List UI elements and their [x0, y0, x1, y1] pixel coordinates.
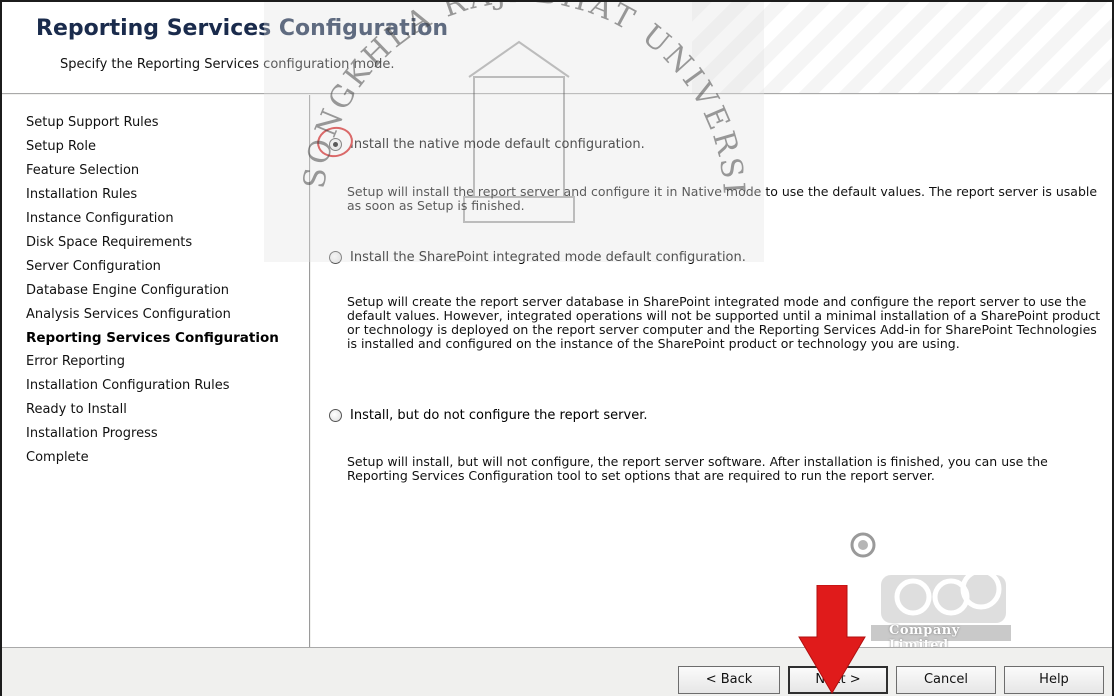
sidebar-item-ready-to-install[interactable]: Ready to Install	[26, 402, 127, 417]
install-only-description: Setup will install, but will not configu…	[347, 454, 1048, 483]
header-decoration	[692, 2, 1112, 93]
install-only-radio[interactable]	[329, 409, 342, 422]
sidebar-item-setup-support-rules[interactable]: Setup Support Rules	[26, 115, 159, 130]
sidebar-item-database-engine-configuration[interactable]: Database Engine Configuration	[26, 283, 229, 298]
sidebar-item-setup-role[interactable]: Setup Role	[26, 139, 96, 154]
steps-sidebar: Setup Support Rules Setup Role Feature S…	[2, 95, 310, 647]
page-header: Reporting Services Configuration Specify…	[2, 2, 1112, 94]
back-button[interactable]: < Back	[678, 666, 780, 694]
red-circle-highlight	[314, 123, 356, 161]
wizard-footer: < Back Next > Cancel Help	[2, 647, 1112, 696]
page-subtitle: Specify the Reporting Services configura…	[60, 57, 395, 72]
company-logo-icon: Company Limited	[841, 527, 1021, 653]
option-install-only[interactable]: Install, but do not configure the report…	[329, 408, 647, 423]
sidebar-item-instance-configuration[interactable]: Instance Configuration	[26, 211, 174, 226]
setup-window: Reporting Services Configuration Specify…	[0, 0, 1114, 696]
sidebar-item-server-configuration[interactable]: Server Configuration	[26, 259, 161, 274]
main-content: Install the native mode default configur…	[311, 95, 1112, 653]
option-sharepoint-mode[interactable]: Install the SharePoint integrated mode d…	[329, 250, 746, 265]
help-button[interactable]: Help	[1004, 666, 1104, 694]
sidebar-item-installation-rules[interactable]: Installation Rules	[26, 187, 137, 202]
native-mode-description: Setup will install the report server and…	[347, 184, 1098, 213]
sidebar-item-analysis-services-configuration[interactable]: Analysis Services Configuration	[26, 307, 231, 322]
sidebar-item-installation-progress[interactable]: Installation Progress	[26, 426, 158, 441]
sidebar-item-installation-configuration-rules[interactable]: Installation Configuration Rules	[26, 378, 230, 393]
sidebar-item-error-reporting[interactable]: Error Reporting	[26, 354, 125, 369]
sidebar-item-complete[interactable]: Complete	[26, 450, 89, 465]
sharepoint-mode-description: Setup will create the report server data…	[347, 294, 1101, 351]
page-title: Reporting Services Configuration	[36, 16, 449, 41]
native-mode-label[interactable]: Install the native mode default configur…	[350, 137, 645, 152]
sidebar-item-reporting-services-configuration[interactable]: Reporting Services Configuration	[26, 330, 279, 346]
next-button[interactable]: Next >	[788, 666, 888, 694]
cancel-button[interactable]: Cancel	[896, 666, 996, 694]
sidebar-item-disk-space-requirements[interactable]: Disk Space Requirements	[26, 235, 192, 250]
sharepoint-mode-label[interactable]: Install the SharePoint integrated mode d…	[350, 250, 746, 265]
option-native-mode[interactable]: Install the native mode default configur…	[329, 137, 645, 152]
sidebar-item-feature-selection[interactable]: Feature Selection	[26, 163, 139, 178]
sharepoint-mode-radio[interactable]	[329, 251, 342, 264]
install-only-label[interactable]: Install, but do not configure the report…	[350, 408, 647, 423]
